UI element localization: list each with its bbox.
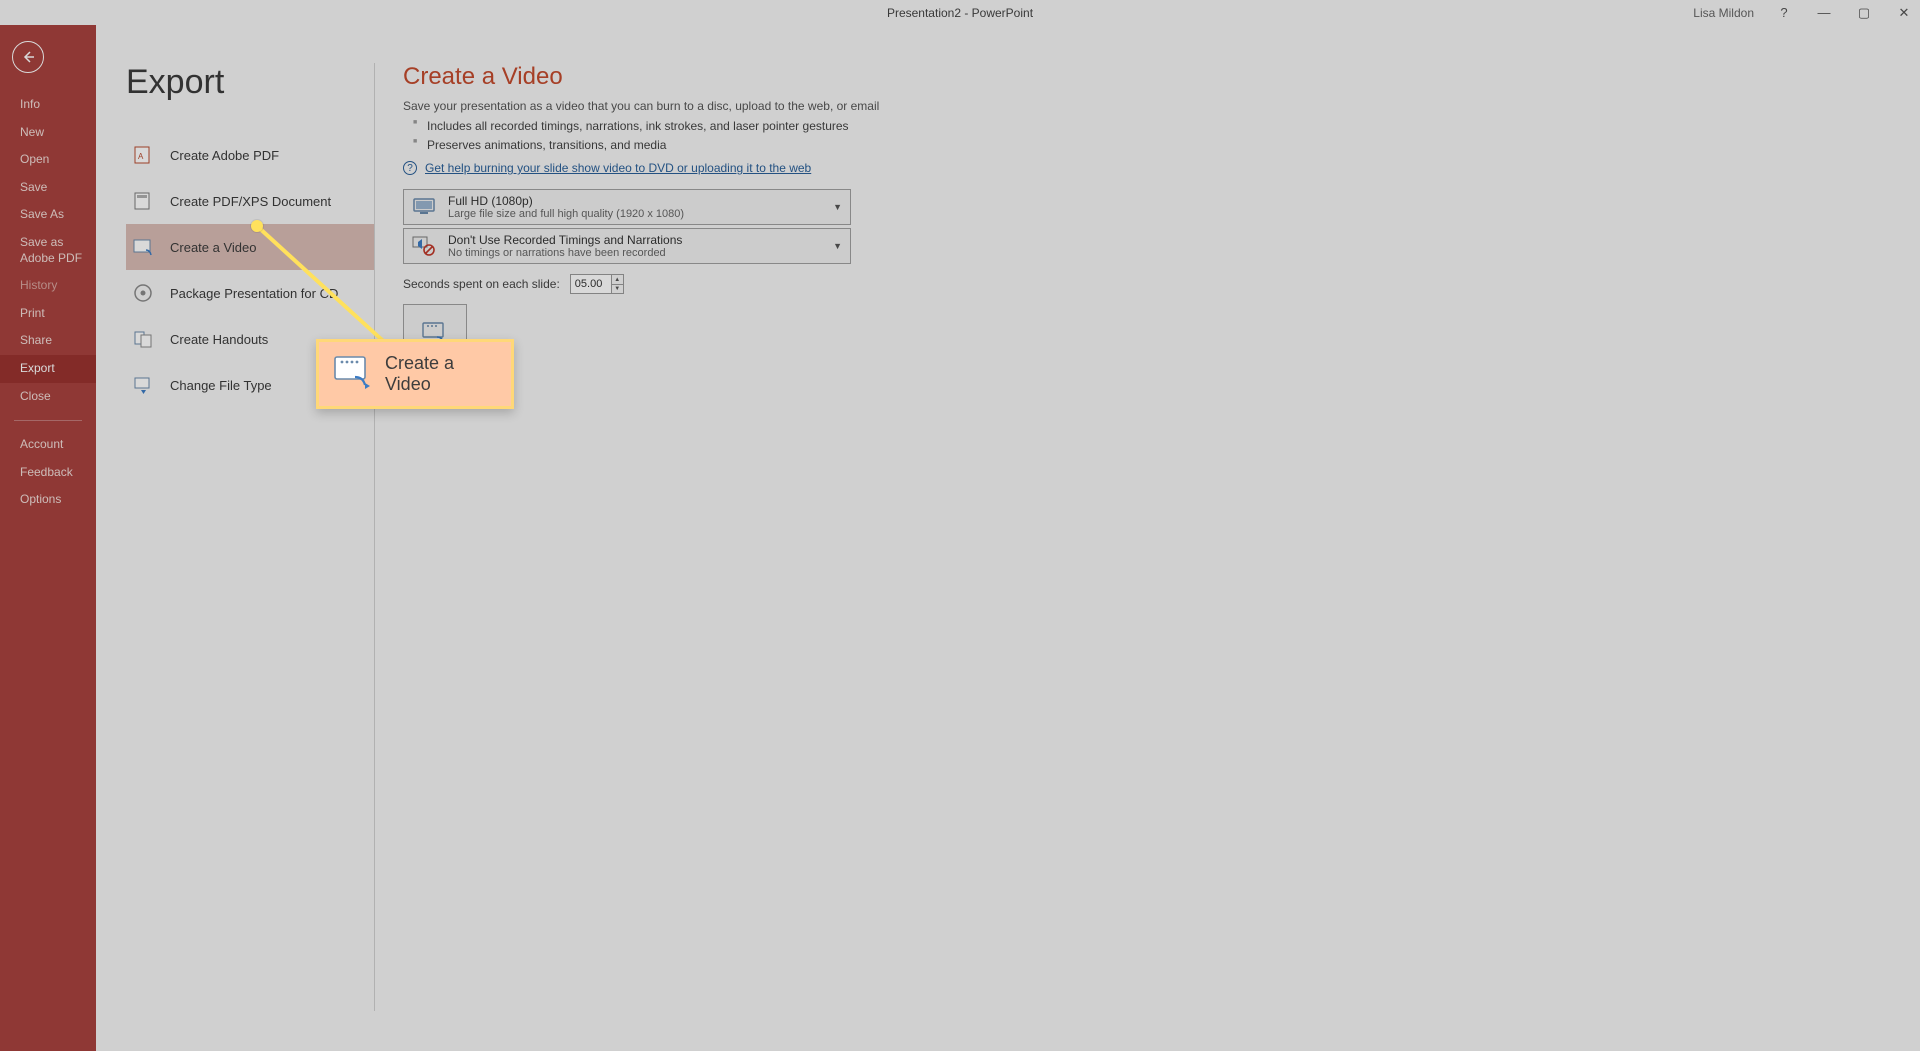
- nav-item-history[interactable]: History: [0, 272, 96, 300]
- export-option-package-presentation-for-cd[interactable]: Package Presentation for CD: [126, 270, 374, 316]
- page-title: Export: [126, 63, 374, 102]
- timings-title: Don't Use Recorded Timings and Narration…: [448, 233, 682, 247]
- back-arrow-icon: [20, 49, 36, 65]
- export-option-label: Change File Type: [170, 378, 272, 393]
- export-option-icon: [132, 190, 154, 212]
- back-button[interactable]: [12, 41, 44, 73]
- callout-anchor-dot: [251, 220, 263, 232]
- nav-item-close[interactable]: Close: [0, 383, 96, 411]
- help-link[interactable]: Get help burning your slide show video t…: [425, 161, 811, 175]
- quality-dropdown[interactable]: Full HD (1080p) Large file size and full…: [403, 189, 851, 225]
- export-option-label: Create a Video: [170, 240, 257, 255]
- nav-item-account[interactable]: Account: [0, 431, 96, 459]
- nav-item-info[interactable]: Info: [0, 91, 96, 119]
- spinner-down[interactable]: ▼: [612, 285, 623, 294]
- export-option-icon: [132, 236, 154, 258]
- window-title: Presentation2 - PowerPoint: [887, 6, 1033, 20]
- nav-item-options[interactable]: Options: [0, 486, 96, 514]
- close-button[interactable]: ✕: [1894, 5, 1914, 21]
- video-icon: [333, 355, 371, 393]
- bullet-item: Includes all recorded timings, narration…: [413, 117, 1920, 136]
- minimize-button[interactable]: —: [1814, 5, 1834, 20]
- timings-dropdown[interactable]: Don't Use Recorded Timings and Narration…: [403, 228, 851, 264]
- export-option-icon: [132, 328, 154, 350]
- monitor-icon: [412, 195, 436, 219]
- seconds-input[interactable]: [571, 275, 611, 293]
- export-option-create-pdf-xps-document[interactable]: Create PDF/XPS Document: [126, 178, 374, 224]
- export-option-icon: [132, 282, 154, 304]
- nav-item-save-as-adobe-pdf[interactable]: Save as Adobe PDF: [0, 229, 96, 272]
- export-option-label: Create PDF/XPS Document: [170, 194, 331, 209]
- export-option-label: Create Handouts: [170, 332, 268, 347]
- nav-item-save-as[interactable]: Save As: [0, 201, 96, 229]
- section-description: Save your presentation as a video that y…: [403, 99, 1920, 113]
- help-button[interactable]: ?: [1774, 5, 1794, 20]
- user-name[interactable]: Lisa Mildon: [1693, 6, 1754, 20]
- export-option-icon: A: [132, 144, 154, 166]
- narration-disabled-icon: [412, 234, 436, 258]
- quality-title: Full HD (1080p): [448, 194, 684, 208]
- nav-item-export[interactable]: Export: [0, 355, 96, 383]
- maximize-button[interactable]: ▢: [1854, 5, 1874, 21]
- spinner-up[interactable]: ▲: [612, 275, 623, 285]
- seconds-spinner[interactable]: ▲ ▼: [570, 274, 624, 294]
- bullet-item: Preserves animations, transitions, and m…: [413, 136, 1920, 155]
- main-panel: Export A Create Adobe PDF Create PDF/XPS D…: [96, 25, 1920, 1051]
- export-option-create-a-video[interactable]: Create a Video: [126, 224, 374, 270]
- nav-item-share[interactable]: Share: [0, 327, 96, 355]
- timings-sub: No timings or narrations have been recor…: [448, 247, 682, 259]
- section-heading: Create a Video: [403, 63, 1920, 91]
- title-bar: Presentation2 - PowerPoint Lisa Mildon ?…: [0, 0, 1920, 25]
- chevron-down-icon: ▼: [833, 202, 842, 212]
- callout-label: Create a Video: [385, 353, 497, 395]
- chevron-down-icon: ▼: [833, 241, 842, 251]
- nav-item-save[interactable]: Save: [0, 174, 96, 202]
- callout-tooltip: Create a Video: [316, 339, 514, 409]
- nav-item-feedback[interactable]: Feedback: [0, 459, 96, 487]
- nav-item-open[interactable]: Open: [0, 146, 96, 174]
- svg-text:A: A: [138, 152, 144, 161]
- backstage-sidebar: InfoNewOpenSaveSave AsSave as Adobe PDFH…: [0, 25, 96, 1051]
- export-option-create-adobe-pdf[interactable]: A Create Adobe PDF: [126, 132, 374, 178]
- export-option-icon: [132, 374, 154, 396]
- nav-item-print[interactable]: Print: [0, 300, 96, 328]
- quality-sub: Large file size and full high quality (1…: [448, 208, 684, 220]
- seconds-label: Seconds spent on each slide:: [403, 277, 560, 291]
- export-option-label: Create Adobe PDF: [170, 148, 279, 163]
- nav-item-new[interactable]: New: [0, 119, 96, 147]
- export-option-label: Package Presentation for CD: [170, 286, 338, 301]
- help-icon: ?: [403, 161, 417, 175]
